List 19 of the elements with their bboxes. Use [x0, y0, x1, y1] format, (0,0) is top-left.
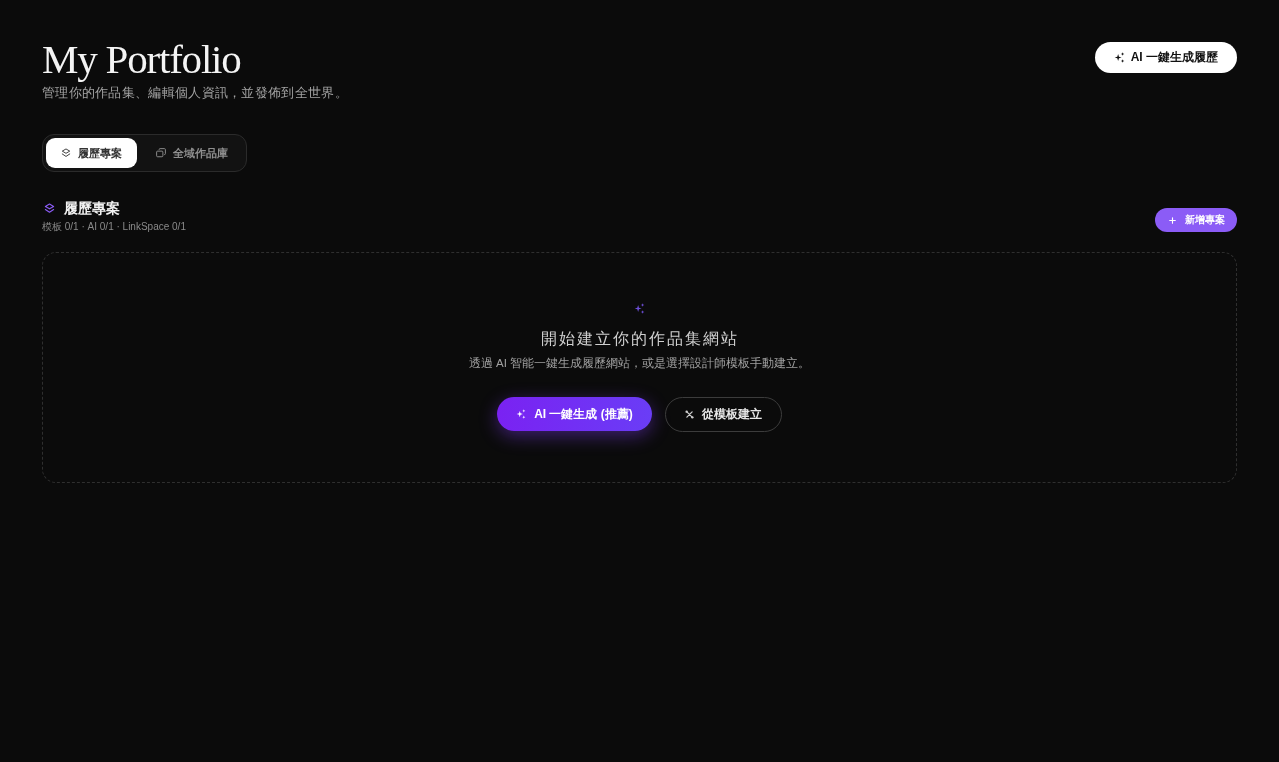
usage-stats: 模板 0/1 · AI 0/1 · LinkSpace 0/1 — [42, 220, 186, 234]
layers-icon — [61, 148, 71, 158]
section-title: 履歷專案 — [64, 199, 120, 218]
page-subtitle: 管理你的作品集、編輯個人資訊，並發佈到全世界。 — [42, 85, 348, 101]
sparkle-icon — [516, 409, 527, 419]
tab[interactable]: 履歷專案 — [46, 138, 137, 168]
ai-generate-button[interactable]: AI 一鍵生成 (推薦) — [497, 397, 652, 431]
empty-state-heading: 開始建立你的作品集網站 — [540, 329, 739, 349]
tab[interactable]: 全域作品庫 — [141, 138, 243, 168]
crossed-tools-icon — [684, 410, 694, 419]
ai-generate-resume-button[interactable]: AI 一鍵生成履歷 — [1094, 42, 1237, 73]
layers-icon — [44, 202, 55, 214]
add-project-button[interactable]: 新增專案 — [1155, 208, 1237, 232]
page-title: My Portfolio — [42, 35, 242, 83]
sparkle-icon — [634, 303, 645, 314]
stacked-squares-icon — [156, 148, 166, 158]
sparkle-icon — [1113, 52, 1125, 63]
empty-state-description: 透過 AI 智能一鍵生成履歷網站，或是選擇設計師模板手動建立。 — [468, 356, 811, 371]
plus-icon — [1169, 216, 1176, 224]
